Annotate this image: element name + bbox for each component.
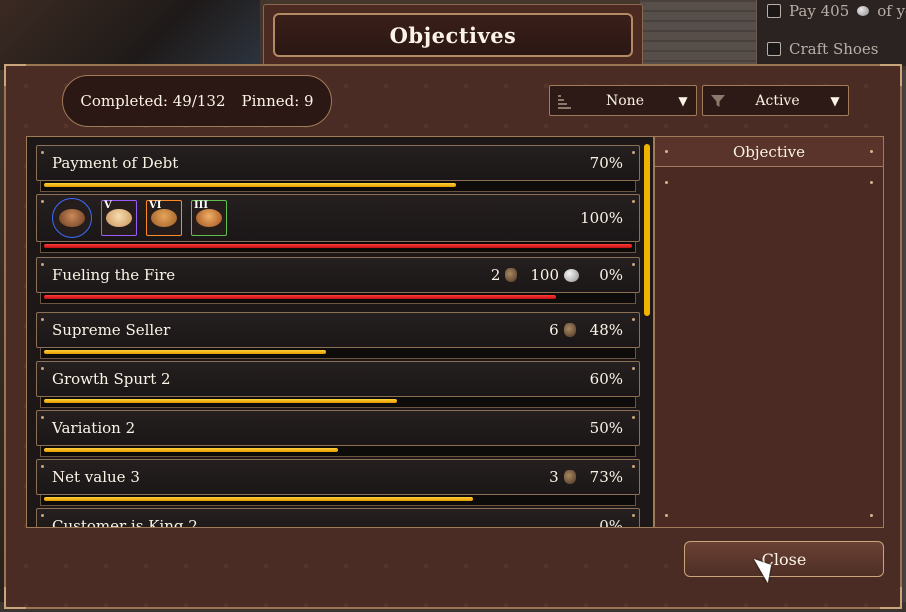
objectives-window: Completed: 49/132 Pinned: 9 None ▼ Activ…	[4, 64, 902, 609]
pinned-count: Pinned: 9	[241, 92, 314, 110]
progress-fill	[44, 295, 556, 299]
corner-ornament	[4, 64, 26, 86]
filter-value: Active	[755, 92, 800, 109]
objective-percent: 60%	[589, 370, 623, 388]
objective-row-customer-is-king-2[interactable]: Customer is King 2 0%	[36, 508, 640, 528]
task-suffix: of you	[877, 2, 906, 20]
filter-dropdown[interactable]: Active ▼	[702, 85, 849, 116]
objective-header[interactable]: Growth Spurt 2 60%	[36, 361, 640, 397]
objective-row-food[interactable]: V VI III 100%	[36, 194, 640, 253]
coin-icon	[564, 268, 579, 282]
dropdown-arrow-icon: ▼	[678, 93, 688, 108]
progress-fill	[44, 244, 632, 248]
objective-reward: 6	[549, 321, 576, 339]
reward-bag-count: 6	[549, 321, 559, 339]
objective-percent: 50%	[589, 419, 623, 437]
list-scrollbar[interactable]	[644, 144, 650, 316]
bread-icon: V	[101, 200, 137, 236]
background-wall	[640, 0, 760, 70]
sort-dropdown[interactable]: None ▼	[549, 85, 697, 116]
window-title: Objectives	[273, 13, 633, 57]
soup-bowl-icon: VI	[146, 200, 182, 236]
objective-header[interactable]: V VI III 100%	[36, 194, 640, 242]
background-roof	[0, 0, 260, 70]
objective-percent: 48%	[589, 321, 623, 339]
teapot-icon	[52, 198, 92, 238]
progress-bar	[40, 181, 636, 192]
objective-row-payment-of-debt[interactable]: Payment of Debt 70%	[36, 145, 640, 192]
corner-ornament	[880, 587, 902, 609]
completed-count: Completed: 49/132	[80, 92, 226, 110]
objective-name: Fueling the Fire	[52, 266, 176, 284]
filter-funnel-icon	[703, 93, 733, 109]
progress-fill	[44, 448, 338, 452]
corner-ornament	[4, 587, 26, 609]
reward-bag-count: 2	[490, 266, 501, 284]
money-bag-icon	[505, 268, 518, 282]
progress-fill	[44, 350, 327, 354]
objective-header[interactable]: Net value 3 3 73%	[36, 459, 640, 495]
task-label: Craft Shoes	[789, 40, 879, 58]
money-bag-icon	[563, 323, 576, 337]
objective-header[interactable]: Fueling the Fire 2 100 0%	[36, 257, 640, 293]
objective-percent: 100%	[580, 209, 623, 227]
objective-name: Customer is King 2	[52, 517, 198, 528]
progress-bar	[40, 397, 636, 408]
title-plate: Objectives	[263, 4, 643, 66]
sort-bars-icon	[550, 93, 580, 109]
progress-bar	[40, 293, 636, 304]
objectives-list[interactable]: Payment of Debt 70% V VI III 100% Fuelin…	[26, 136, 654, 528]
progress-fill	[44, 399, 397, 403]
task-label: Pay 405	[789, 2, 850, 20]
task-checkbox[interactable]	[767, 42, 781, 56]
dropdown-arrow-icon: ▼	[830, 93, 840, 108]
task-item-pay[interactable]: Pay 405 of you	[767, 0, 906, 22]
coin-icon	[857, 6, 870, 16]
objective-row-net-value-3[interactable]: Net value 3 3 73%	[36, 459, 640, 506]
objective-detail-panel: Objective	[654, 136, 884, 528]
objective-header[interactable]: Customer is King 2 0%	[36, 508, 640, 528]
objective-row-supreme-seller[interactable]: Supreme Seller 6 48%	[36, 312, 640, 359]
reward-bag-count: 3	[549, 468, 559, 486]
objective-percent: 0%	[599, 517, 623, 528]
close-button[interactable]: Close	[684, 541, 884, 577]
objective-name: Supreme Seller	[52, 321, 171, 339]
objective-percent: 0%	[599, 266, 623, 284]
task-item-craft-shoes[interactable]: Craft Shoes	[767, 38, 878, 60]
detail-title: Objective	[732, 142, 805, 161]
task-tracker: Pay 405 of you Craft Shoes	[756, 0, 906, 66]
progress-fill	[44, 183, 456, 187]
progress-bar	[40, 495, 636, 506]
progress-bar	[40, 242, 636, 253]
progress-fill	[44, 497, 474, 501]
task-checkbox[interactable]	[767, 4, 781, 18]
objective-header[interactable]: Supreme Seller 6 48%	[36, 312, 640, 348]
objective-reward: 3	[549, 468, 576, 486]
detail-header: Objective	[655, 137, 883, 167]
progress-bar	[40, 348, 636, 359]
sort-value: None	[606, 92, 644, 109]
reward-coin-count: 100	[530, 266, 559, 284]
objective-reward: 2 100	[491, 266, 579, 284]
objective-row-fueling-the-fire[interactable]: Fueling the Fire 2 100 0%	[36, 257, 640, 304]
objective-name: Growth Spurt 2	[52, 370, 171, 388]
corner-ornament	[880, 64, 902, 86]
objective-row-variation-2[interactable]: Variation 2 50%	[36, 410, 640, 457]
food-icons: V VI III	[52, 198, 580, 238]
objective-row-growth-spurt-2[interactable]: Growth Spurt 2 60%	[36, 361, 640, 408]
objective-header[interactable]: Variation 2 50%	[36, 410, 640, 446]
stew-bowl-icon: III	[191, 200, 227, 236]
objective-name: Net value 3	[52, 468, 140, 486]
objective-header[interactable]: Payment of Debt 70%	[36, 145, 640, 181]
objective-percent: 73%	[589, 468, 623, 486]
money-bag-icon	[563, 470, 576, 484]
objective-percent: 70%	[589, 154, 623, 172]
objective-stats: Completed: 49/132 Pinned: 9	[62, 75, 332, 127]
objective-name: Variation 2	[52, 419, 136, 437]
objective-name: Payment of Debt	[52, 154, 179, 172]
progress-bar	[40, 446, 636, 457]
